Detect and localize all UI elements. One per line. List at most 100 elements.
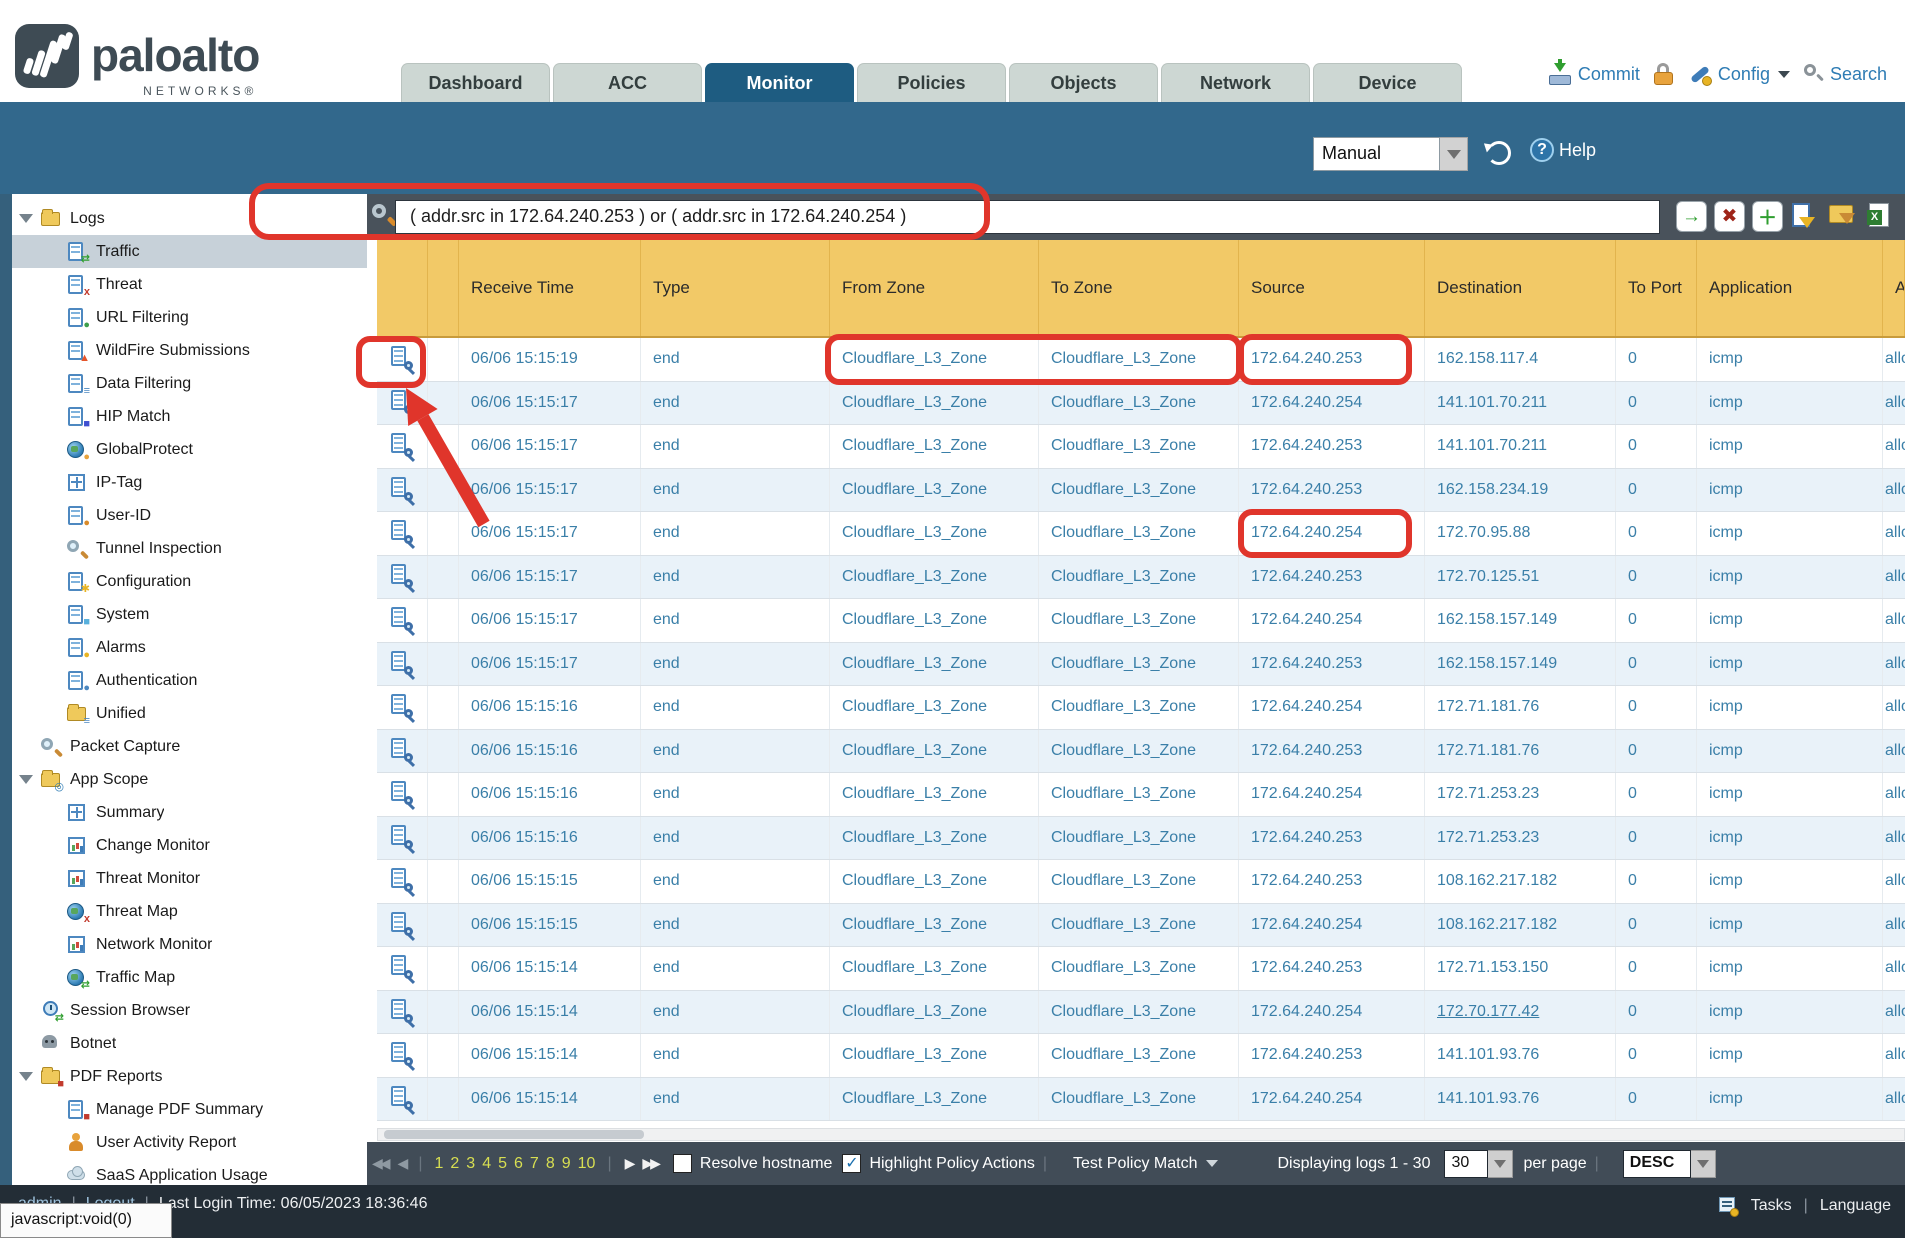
application-cell[interactable]: icmp (1697, 643, 1883, 686)
action-cell[interactable]: allow (1883, 1078, 1905, 1121)
to-zone-cell[interactable]: Cloudflare_L3_Zone (1039, 512, 1239, 555)
sidebar-item-change-monitor[interactable]: Change Monitor (12, 829, 367, 862)
type-cell[interactable]: end (641, 556, 830, 599)
receive-time-cell[interactable]: 06/06 15:15:16 (459, 817, 641, 860)
to-zone-cell[interactable]: Cloudflare_L3_Zone (1039, 817, 1239, 860)
destination-cell[interactable]: 162.158.234.19 (1425, 469, 1616, 512)
sidebar-item-pdf-reports[interactable]: ■PDF Reports (12, 1060, 367, 1093)
to-zone-cell[interactable]: Cloudflare_L3_Zone (1039, 338, 1239, 381)
receive-time-cell[interactable]: 06/06 15:15:16 (459, 773, 641, 816)
from-zone-cell[interactable]: Cloudflare_L3_Zone (830, 382, 1039, 425)
action-cell[interactable]: allow (1883, 686, 1905, 729)
receive-time-cell[interactable]: 06/06 15:15:17 (459, 382, 641, 425)
scrollbar-thumb[interactable] (384, 1130, 644, 1139)
source-cell[interactable]: 172.64.240.254 (1239, 1078, 1425, 1121)
column-header-type[interactable]: Type (641, 240, 830, 336)
destination-cell[interactable]: 172.71.253.23 (1425, 817, 1616, 860)
column-header-to-zone[interactable]: To Zone (1039, 240, 1239, 336)
source-cell[interactable]: 172.64.240.254 (1239, 991, 1425, 1034)
source-cell[interactable]: 172.64.240.253 (1239, 643, 1425, 686)
from-zone-cell[interactable]: Cloudflare_L3_Zone (830, 599, 1039, 642)
from-zone-cell[interactable]: Cloudflare_L3_Zone (830, 469, 1039, 512)
receive-time-cell[interactable]: 06/06 15:15:14 (459, 1034, 641, 1077)
from-zone-cell[interactable]: Cloudflare_L3_Zone (830, 338, 1039, 381)
source-cell[interactable]: 172.64.240.253 (1239, 556, 1425, 599)
sidebar-item-ip-tag[interactable]: IP-Tag (12, 466, 367, 499)
to-port-cell[interactable]: 0 (1616, 947, 1697, 990)
application-cell[interactable]: icmp (1697, 382, 1883, 425)
source-cell[interactable]: 172.64.240.253 (1239, 1034, 1425, 1077)
source-cell[interactable]: 172.64.240.254 (1239, 773, 1425, 816)
source-cell[interactable]: 172.64.240.253 (1239, 425, 1425, 468)
destination-cell[interactable]: 108.162.217.182 (1425, 904, 1616, 947)
action-cell[interactable]: allow (1883, 991, 1905, 1034)
refresh-interval-dropdown-arrow[interactable] (1440, 137, 1468, 171)
log-detail-icon[interactable] (377, 512, 428, 555)
sidebar-item-session-browser[interactable]: ⇄Session Browser (12, 994, 367, 1027)
sidebar-item-wildfire-submissions[interactable]: ▲WildFire Submissions (12, 334, 367, 367)
application-cell[interactable]: icmp (1697, 947, 1883, 990)
sidebar-item-data-filtering[interactable]: ≡Data Filtering (12, 367, 367, 400)
page-number-1[interactable]: 1 (434, 1155, 443, 1173)
source-cell[interactable]: 172.64.240.253 (1239, 730, 1425, 773)
per-page-select[interactable]: 30 (1444, 1150, 1513, 1178)
config-menu-button[interactable]: Config (1688, 62, 1790, 86)
sidebar-item-threat-monitor[interactable]: Threat Monitor (12, 862, 367, 895)
page-number-3[interactable]: 3 (466, 1155, 475, 1173)
source-cell[interactable]: 172.64.240.253 (1239, 469, 1425, 512)
to-port-cell[interactable]: 0 (1616, 686, 1697, 729)
type-cell[interactable]: end (641, 947, 830, 990)
receive-time-cell[interactable]: 06/06 15:15:17 (459, 469, 641, 512)
type-cell[interactable]: end (641, 1078, 830, 1121)
application-cell[interactable]: icmp (1697, 817, 1883, 860)
to-port-cell[interactable]: 0 (1616, 338, 1697, 381)
action-cell[interactable]: allow (1883, 469, 1905, 512)
to-port-cell[interactable]: 0 (1616, 556, 1697, 599)
destination-cell[interactable]: 172.70.125.51 (1425, 556, 1616, 599)
first-page-button[interactable]: ◀◀ (372, 1155, 388, 1172)
application-cell[interactable]: icmp (1697, 686, 1883, 729)
application-cell[interactable]: icmp (1697, 991, 1883, 1034)
log-detail-icon[interactable] (377, 1078, 428, 1121)
type-cell[interactable]: end (641, 425, 830, 468)
page-number-5[interactable]: 5 (498, 1155, 507, 1173)
action-cell[interactable]: allow (1883, 773, 1905, 816)
to-port-cell[interactable]: 0 (1616, 643, 1697, 686)
action-cell[interactable]: allow (1883, 338, 1905, 381)
source-cell[interactable]: 172.64.240.253 (1239, 338, 1425, 381)
sidebar-item-tunnel-inspection[interactable]: Tunnel Inspection (12, 532, 367, 565)
tab-objects[interactable]: Objects (1009, 63, 1158, 102)
search-button[interactable]: Search (1804, 64, 1887, 85)
per-page-value[interactable]: 30 (1444, 1150, 1488, 1178)
source-cell[interactable]: 172.64.240.253 (1239, 947, 1425, 990)
destination-cell[interactable]: 172.71.181.76 (1425, 686, 1616, 729)
to-port-cell[interactable]: 0 (1616, 512, 1697, 555)
page-number-4[interactable]: 4 (482, 1155, 491, 1173)
to-zone-cell[interactable]: Cloudflare_L3_Zone (1039, 425, 1239, 468)
receive-time-cell[interactable]: 06/06 15:15:19 (459, 338, 641, 381)
language-button[interactable]: Language (1820, 1197, 1891, 1215)
from-zone-cell[interactable]: Cloudflare_L3_Zone (830, 730, 1039, 773)
to-zone-cell[interactable]: Cloudflare_L3_Zone (1039, 730, 1239, 773)
log-detail-icon[interactable] (377, 730, 428, 773)
sidebar-item-packet-capture[interactable]: Packet Capture (12, 730, 367, 763)
receive-time-cell[interactable]: 06/06 15:15:14 (459, 1078, 641, 1121)
application-cell[interactable]: icmp (1697, 469, 1883, 512)
sidebar-item-hip-match[interactable]: ■HIP Match (12, 400, 367, 433)
sidebar-item-logs[interactable]: Logs (12, 202, 367, 235)
highlight-policy-actions-checkbox[interactable]: ✓ (842, 1154, 861, 1173)
destination-cell[interactable]: 141.101.70.211 (1425, 382, 1616, 425)
receive-time-cell[interactable]: 06/06 15:15:16 (459, 730, 641, 773)
log-detail-icon[interactable] (377, 817, 428, 860)
sidebar-item-traffic[interactable]: ⇄Traffic (12, 235, 367, 268)
type-cell[interactable]: end (641, 469, 830, 512)
type-cell[interactable]: end (641, 730, 830, 773)
per-page-dropdown-arrow[interactable] (1488, 1150, 1513, 1178)
destination-cell[interactable]: 162.158.117.4 (1425, 338, 1616, 381)
tab-device[interactable]: Device (1313, 63, 1462, 102)
to-zone-cell[interactable]: Cloudflare_L3_Zone (1039, 382, 1239, 425)
type-cell[interactable]: end (641, 860, 830, 903)
application-cell[interactable]: icmp (1697, 599, 1883, 642)
to-zone-cell[interactable]: Cloudflare_L3_Zone (1039, 686, 1239, 729)
application-cell[interactable]: icmp (1697, 512, 1883, 555)
